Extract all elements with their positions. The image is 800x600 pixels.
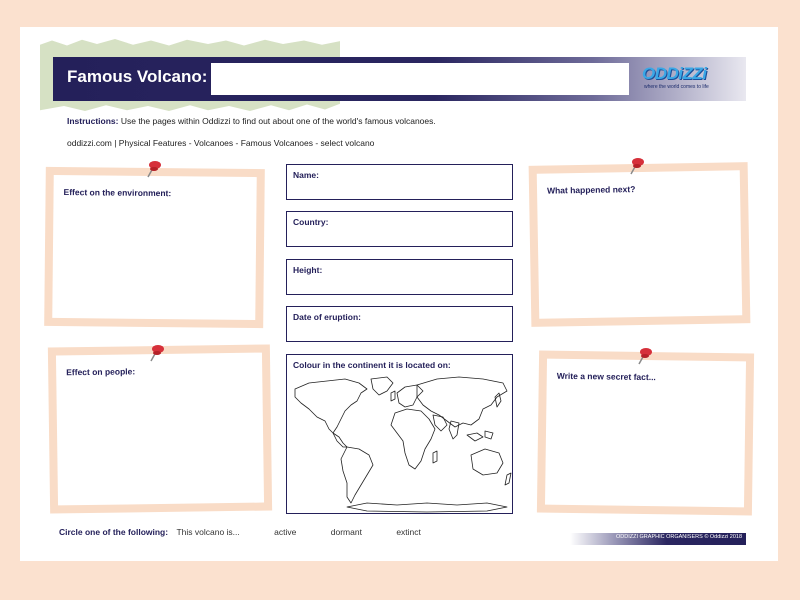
instructions-text: Use the pages within Oddizzi to find out… — [118, 116, 436, 126]
note-environment-label: Effect on the environment: — [63, 187, 172, 199]
world-map-box: Colour in the continent it is located on… — [286, 354, 513, 514]
option-extinct[interactable]: extinct — [396, 527, 421, 537]
pushpin-icon — [636, 345, 654, 365]
height-label: Height: — [293, 265, 323, 275]
logo-tagline: where the world comes to life — [644, 84, 709, 90]
pushpin-icon — [145, 158, 163, 178]
note-secret-fact-area[interactable]: Write a new secret fact... — [544, 358, 747, 508]
name-label: Name: — [293, 170, 319, 180]
footer-bar: ODDIZZI GRAPHIC ORGANISERS © Oddizzi 201… — [570, 533, 746, 545]
country-label: Country: — [293, 217, 329, 227]
note-what-next-area[interactable]: What happened next? — [536, 170, 743, 319]
note-what-next-label: What happened next? — [546, 184, 636, 196]
oddizzi-logo: ODDiZZi where the world comes to life — [638, 64, 734, 94]
source-path: oddizzi.com | Physical Features - Volcan… — [67, 138, 375, 148]
instructions: Instructions: Use the pages within Oddiz… — [67, 116, 436, 126]
circle-one-row: Circle one of the following: This volcan… — [59, 527, 435, 537]
country-field[interactable]: Country: — [286, 211, 513, 247]
option-dormant[interactable]: dormant — [331, 527, 362, 537]
note-environment: Effect on the environment: — [44, 166, 265, 329]
page-title: Famous Volcano: — [67, 67, 208, 86]
note-people-label: Effect on people: — [66, 366, 136, 378]
option-active[interactable]: active — [274, 527, 296, 537]
volcano-name-field[interactable] — [211, 63, 629, 95]
pushpin-icon — [628, 155, 646, 175]
instructions-label: Instructions: — [67, 116, 119, 126]
logo-wordmark: ODDiZZi — [642, 64, 707, 83]
circle-prompt: This volcano is... — [176, 527, 240, 537]
eruption-date-label: Date of eruption: — [293, 312, 361, 322]
world-map-icon[interactable] — [287, 375, 512, 513]
pushpin-icon — [148, 342, 166, 362]
map-label: Colour in the continent it is located on… — [293, 360, 451, 370]
footer-copyright: ODDIZZI GRAPHIC ORGANISERS © Oddizzi 201… — [616, 534, 742, 540]
height-field[interactable]: Height: — [286, 259, 513, 295]
name-field[interactable]: Name: — [286, 164, 513, 200]
note-secret-fact: Write a new secret fact... — [536, 350, 755, 516]
note-people: Effect on people: — [47, 344, 273, 514]
note-what-next: What happened next? — [528, 162, 751, 327]
note-secret-fact-label: Write a new secret fact... — [556, 370, 656, 383]
note-environment-area[interactable]: Effect on the environment: — [52, 174, 257, 321]
circle-label: Circle one of the following: — [59, 527, 169, 537]
eruption-date-field[interactable]: Date of eruption: — [286, 306, 513, 342]
note-people-area[interactable]: Effect on people: — [55, 352, 265, 506]
